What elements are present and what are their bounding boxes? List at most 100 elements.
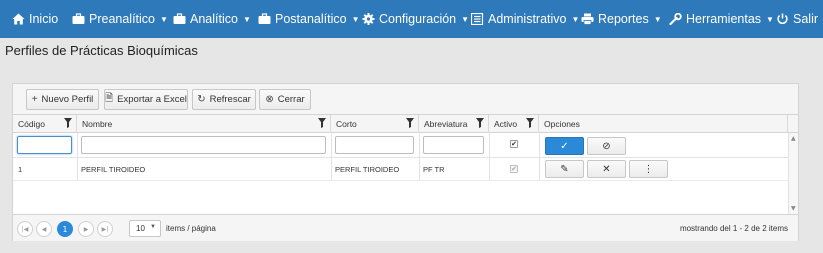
wrench-icon	[669, 13, 682, 25]
filter-icon[interactable]	[406, 118, 414, 128]
cell-nombre: PERFIL TIROIDEO	[81, 165, 146, 174]
nav-salir[interactable]: Salir	[776, 0, 818, 38]
refresh-button[interactable]: ↻ Refrescar	[192, 89, 256, 110]
column-label: Código	[18, 119, 45, 129]
prev-page-button[interactable]: ◀	[36, 221, 52, 237]
home-icon	[12, 13, 25, 25]
briefcase-icon	[258, 13, 271, 25]
nav-inicio-label: Inicio	[29, 12, 59, 26]
chevron-down-icon: ▼	[351, 14, 360, 24]
filter-nombre-input[interactable]	[81, 136, 326, 154]
close-label: Cerrar	[277, 94, 305, 105]
gear-icon	[362, 13, 375, 25]
close-circle-icon: ⊗	[265, 94, 274, 105]
more-options-button[interactable]: ⋮	[629, 160, 668, 178]
filter-icon[interactable]	[526, 118, 534, 128]
nav-reportes[interactable]: Reportes ▼	[581, 0, 662, 38]
last-page-button[interactable]: ▶|	[97, 221, 113, 237]
nav-administrativo[interactable]: Administrativo ▼	[471, 0, 579, 38]
pager: |◀ ◀ 1 ▶ ▶| 10 ▼ items / página mostrand…	[13, 214, 798, 241]
scroll-up-icon[interactable]: ▲	[791, 135, 796, 142]
plus-icon: +	[31, 94, 38, 105]
nav-postanalitico[interactable]: Postanalítico ▼	[258, 0, 360, 38]
chevron-down-icon: ▼	[653, 14, 662, 24]
vertical-scrollbar[interactable]: ▲ ▼	[788, 133, 798, 214]
cell-abreviatura: PF TR	[423, 165, 445, 174]
nav-inicio[interactable]: Inicio	[12, 0, 58, 38]
grid-panel: + Nuevo Perfil 🗎 Exportar a Excel ↻ Refr…	[12, 83, 799, 241]
column-label: Nombre	[82, 119, 113, 129]
export-excel-button[interactable]: 🗎 Exportar a Excel	[104, 89, 188, 110]
column-label: Corto	[336, 119, 357, 129]
column-header-codigo[interactable]: Código	[13, 115, 77, 133]
filter-row: ✔ ✓ ⊘	[13, 133, 788, 158]
table-row[interactable]: 1 PERFIL TIROIDEO PERFIL TIROIDEO PF TR …	[13, 158, 788, 181]
ban-icon: ⊘	[602, 140, 611, 152]
grid-toolbar: + Nuevo Perfil 🗎 Exportar a Excel ↻ Refr…	[13, 84, 798, 115]
filter-codigo-input[interactable]	[17, 136, 72, 154]
chevron-down-icon: ▼	[461, 14, 470, 24]
grid-header: Código Nombre Corto Abreviatura Activo O…	[13, 115, 798, 133]
nav-salir-label: Salir	[793, 12, 819, 26]
page-title: Perfiles de Prácticas Bioquímicas	[5, 43, 198, 58]
cell-corto: PERFIL TIROIDEO	[335, 165, 400, 174]
briefcase-icon	[173, 13, 186, 25]
chevron-down-icon: ▼	[571, 14, 580, 24]
column-label: Activo	[494, 119, 518, 129]
nav-configuracion[interactable]: Configuración ▼	[362, 0, 469, 38]
cell-activo-checkbox: ✔	[510, 165, 518, 173]
edit-button[interactable]: ✎	[545, 160, 584, 178]
new-profile-button[interactable]: + Nuevo Perfil	[26, 89, 99, 110]
apply-filter-button[interactable]: ✓	[545, 137, 584, 155]
nav-preanalitico[interactable]: Preanalítico ▼	[72, 0, 168, 38]
column-header-activo[interactable]: Activo	[489, 115, 539, 133]
scroll-down-icon[interactable]: ▼	[791, 205, 796, 212]
print-icon	[581, 13, 594, 25]
page-number-button[interactable]: 1	[57, 221, 73, 237]
vertical-ellipsis-icon: ⋮	[643, 163, 654, 175]
filter-abreviatura-input[interactable]	[423, 136, 484, 154]
filter-activo-checkbox[interactable]: ✔	[510, 140, 518, 148]
column-header-nombre[interactable]: Nombre	[77, 115, 331, 133]
delete-button[interactable]: ✕	[587, 160, 626, 178]
page-size-value: 10	[136, 224, 145, 233]
nav-reportes-label: Reportes	[598, 12, 649, 26]
page-size-label: items / página	[166, 224, 216, 233]
close-button[interactable]: ⊗ Cerrar	[259, 89, 311, 110]
list-icon	[471, 13, 484, 25]
nav-herramientas-label: Herramientas	[686, 12, 762, 26]
filter-icon[interactable]	[476, 118, 484, 128]
column-label: Abreviatura	[424, 119, 468, 129]
briefcase-icon	[72, 13, 85, 25]
filter-icon[interactable]	[64, 118, 72, 128]
x-icon: ✕	[602, 163, 611, 175]
cell-codigo: 1	[18, 165, 23, 174]
nav-administrativo-label: Administrativo	[488, 12, 567, 26]
filter-corto-input[interactable]	[335, 136, 414, 154]
nav-herramientas[interactable]: Herramientas ▼	[669, 0, 774, 38]
nav-analitico-label: Analítico	[190, 12, 238, 26]
nav-postanalitico-label: Postanalítico	[275, 12, 347, 26]
column-header-abreviatura[interactable]: Abreviatura	[419, 115, 489, 133]
main-navbar: Inicio Preanalítico ▼ Analítico ▼ Postan…	[0, 0, 823, 38]
filter-icon[interactable]	[318, 118, 326, 128]
pencil-icon: ✎	[560, 163, 569, 175]
export-excel-label: Exportar a Excel	[117, 94, 187, 105]
power-icon	[776, 13, 789, 25]
refresh-label: Refrescar	[209, 94, 251, 105]
chevron-down-icon: ▼	[150, 224, 156, 230]
check-icon: ✓	[560, 140, 569, 152]
first-page-button[interactable]: |◀	[17, 221, 33, 237]
next-page-button[interactable]: ▶	[78, 221, 94, 237]
clear-filter-button[interactable]: ⊘	[587, 137, 626, 155]
page-size-select[interactable]: 10 ▼	[129, 220, 161, 237]
chevron-down-icon: ▼	[242, 14, 251, 24]
column-header-corto[interactable]: Corto	[331, 115, 419, 133]
column-label: Opciones	[544, 119, 580, 129]
refresh-icon: ↻	[197, 94, 206, 105]
nav-preanalitico-label: Preanalítico	[89, 12, 156, 26]
chevron-down-icon: ▼	[766, 14, 774, 24]
nav-analitico[interactable]: Analítico ▼	[173, 0, 251, 38]
chevron-down-icon: ▼	[160, 14, 168, 24]
nav-configuracion-label: Configuración	[379, 12, 457, 26]
